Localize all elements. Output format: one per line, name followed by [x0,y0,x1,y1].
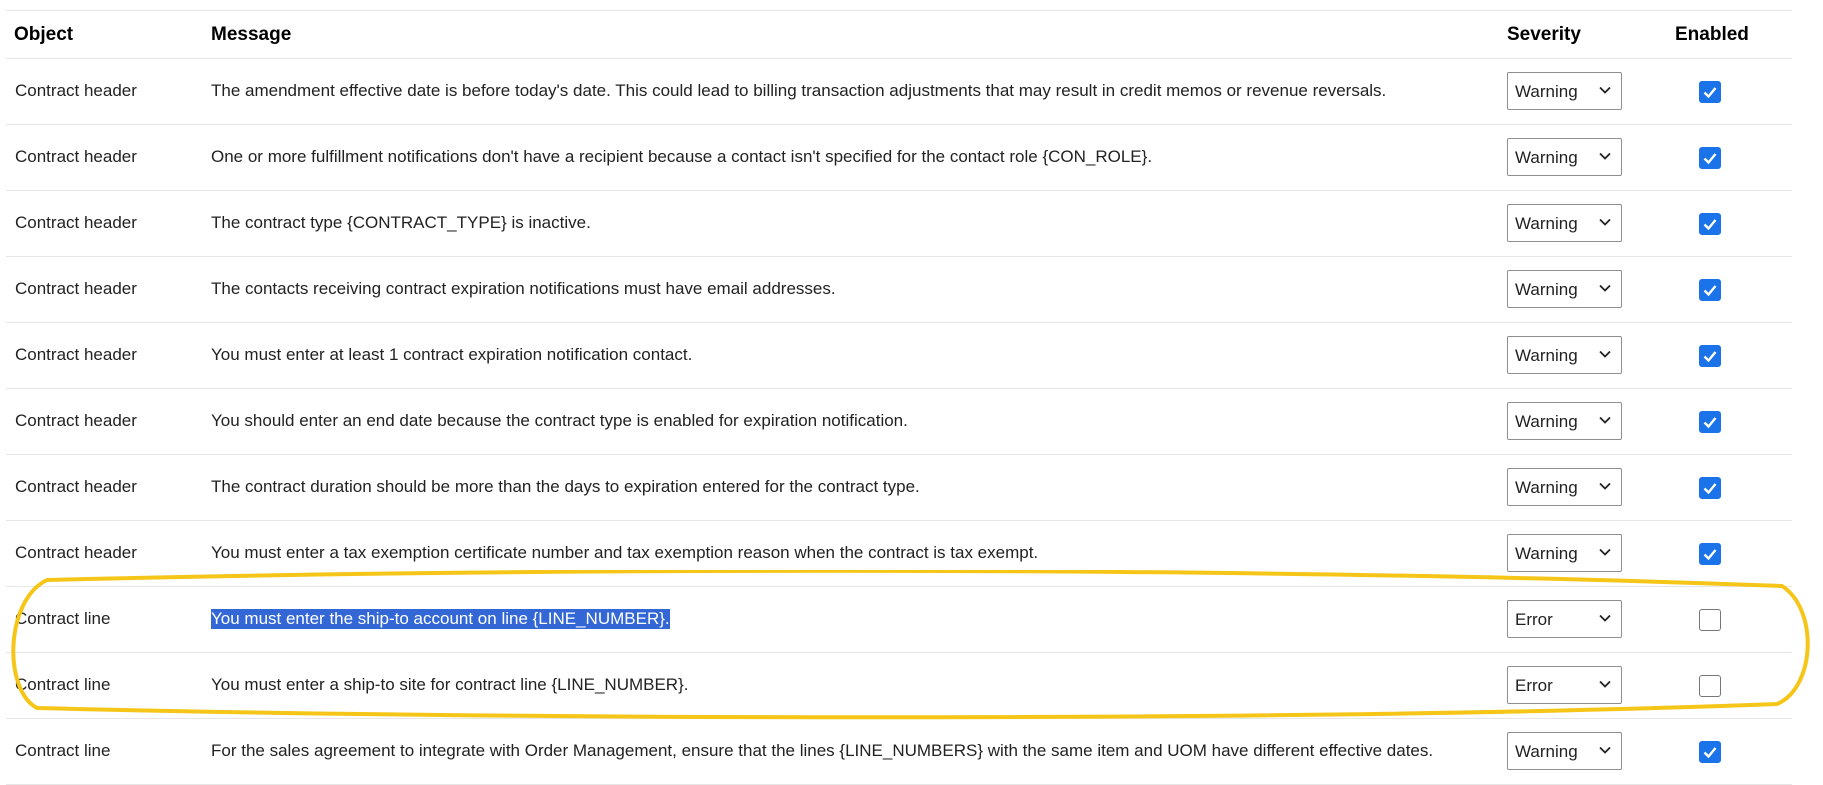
severity-select[interactable]: Warning [1507,138,1622,176]
object-cell: Contract header [15,411,137,430]
table-row: Contract header You must enter at least … [6,323,1792,389]
severity-select[interactable]: Warning [1507,204,1622,242]
severity-select[interactable]: Warning [1507,270,1622,308]
checkmark-icon [1703,417,1717,429]
enabled-checkbox[interactable] [1699,543,1721,565]
chevron-down-icon [1599,482,1611,490]
checkmark-icon [1703,87,1717,99]
object-cell: Contract header [15,543,137,562]
severity-value: Warning [1515,742,1578,761]
severity-value: Error [1515,676,1553,695]
checkmark-icon [1703,153,1717,165]
chevron-down-icon [1599,548,1611,556]
severity-select[interactable]: Error [1507,666,1622,704]
message-cell: The contract type {CONTRACT_TYPE} is ina… [211,213,591,232]
object-cell: Contract header [15,345,137,364]
chevron-down-icon [1599,746,1611,754]
enabled-checkbox[interactable] [1699,609,1721,631]
severity-value: Warning [1515,412,1578,431]
message-cell: The contract duration should be more tha… [211,477,920,496]
table-row: Contract line You must enter the ship-to… [6,587,1792,653]
enabled-checkbox[interactable] [1699,345,1721,367]
column-header-enabled: Enabled [1675,24,1749,45]
severity-select[interactable]: Error [1507,600,1622,638]
severity-select[interactable]: Warning [1507,468,1622,506]
severity-value: Warning [1515,148,1578,167]
chevron-down-icon [1599,152,1611,160]
table-row: Contract header You must enter a tax exe… [6,521,1792,587]
chevron-down-icon [1599,350,1611,358]
severity-value: Warning [1515,280,1578,299]
object-cell: Contract line [15,741,111,760]
severity-select[interactable]: Warning [1507,732,1622,770]
table-row: Contract line You must enter a ship-to s… [6,653,1792,719]
chevron-down-icon [1599,86,1611,94]
message-cell: The contacts receiving contract expirati… [211,279,836,298]
severity-value: Warning [1515,214,1578,233]
enabled-checkbox[interactable] [1699,477,1721,499]
table-row: Contract header You should enter an end … [6,389,1792,455]
object-cell: Contract line [15,609,111,628]
severity-select[interactable]: Warning [1507,402,1622,440]
chevron-down-icon [1599,680,1611,688]
checkmark-icon [1703,285,1717,297]
message-cell: You must enter a ship-to site for contra… [211,675,689,694]
message-cell: You must enter a tax exemption certifica… [211,543,1039,562]
table-row: Contract header The contacts receiving c… [6,257,1792,323]
severity-value: Warning [1515,544,1578,563]
column-header-object: Object [14,24,74,45]
table-row: Contract header One or more fulfillment … [6,125,1792,191]
enabled-checkbox[interactable] [1699,741,1721,763]
object-cell: Contract header [15,147,137,166]
object-cell: Contract header [15,279,137,298]
enabled-checkbox[interactable] [1699,81,1721,103]
checkmark-icon [1703,549,1717,561]
message-cell: The amendment effective date is before t… [211,81,1387,100]
enabled-checkbox[interactable] [1699,147,1721,169]
checkmark-icon [1703,483,1717,495]
table-row: Contract header The amendment effective … [6,59,1792,125]
column-header-severity: Severity [1507,24,1581,45]
severity-value: Warning [1515,478,1578,497]
object-cell: Contract header [15,213,137,232]
checkmark-icon [1703,219,1717,231]
message-cell: You should enter an end date because the… [211,411,908,430]
checkmark-icon [1703,351,1717,363]
severity-select[interactable]: Warning [1507,336,1622,374]
message-cell-selected: You must enter the ship-to account on li… [211,609,670,629]
checkmark-icon [1703,747,1717,759]
chevron-down-icon [1599,284,1611,292]
message-cell: For the sales agreement to integrate wit… [211,741,1434,760]
chevron-down-icon [1599,218,1611,226]
column-header-message: Message [211,24,292,45]
validation-rules-table: Object Message Severity Enabled Contract… [6,10,1792,785]
message-cell: You must enter at least 1 contract expir… [211,345,693,364]
table-header: Object Message Severity Enabled [6,11,1792,59]
enabled-checkbox[interactable] [1699,279,1721,301]
message-cell: One or more fulfillment notifications do… [211,147,1153,166]
object-cell: Contract header [15,477,137,496]
chevron-down-icon [1599,416,1611,424]
enabled-checkbox[interactable] [1699,213,1721,235]
severity-select[interactable]: Warning [1507,534,1622,572]
table-row: Contract header The contract duration sh… [6,455,1792,521]
chevron-down-icon [1599,614,1611,622]
table-row: Contract header The contract type {CONTR… [6,191,1792,257]
enabled-checkbox[interactable] [1699,411,1721,433]
severity-select[interactable]: Warning [1507,72,1622,110]
severity-value: Warning [1515,346,1578,365]
table-row: Contract line For the sales agreement to… [6,719,1792,785]
object-cell: Contract header [15,81,137,100]
severity-value: Error [1515,610,1553,629]
enabled-checkbox[interactable] [1699,675,1721,697]
severity-value: Warning [1515,82,1578,101]
object-cell: Contract line [15,675,111,694]
